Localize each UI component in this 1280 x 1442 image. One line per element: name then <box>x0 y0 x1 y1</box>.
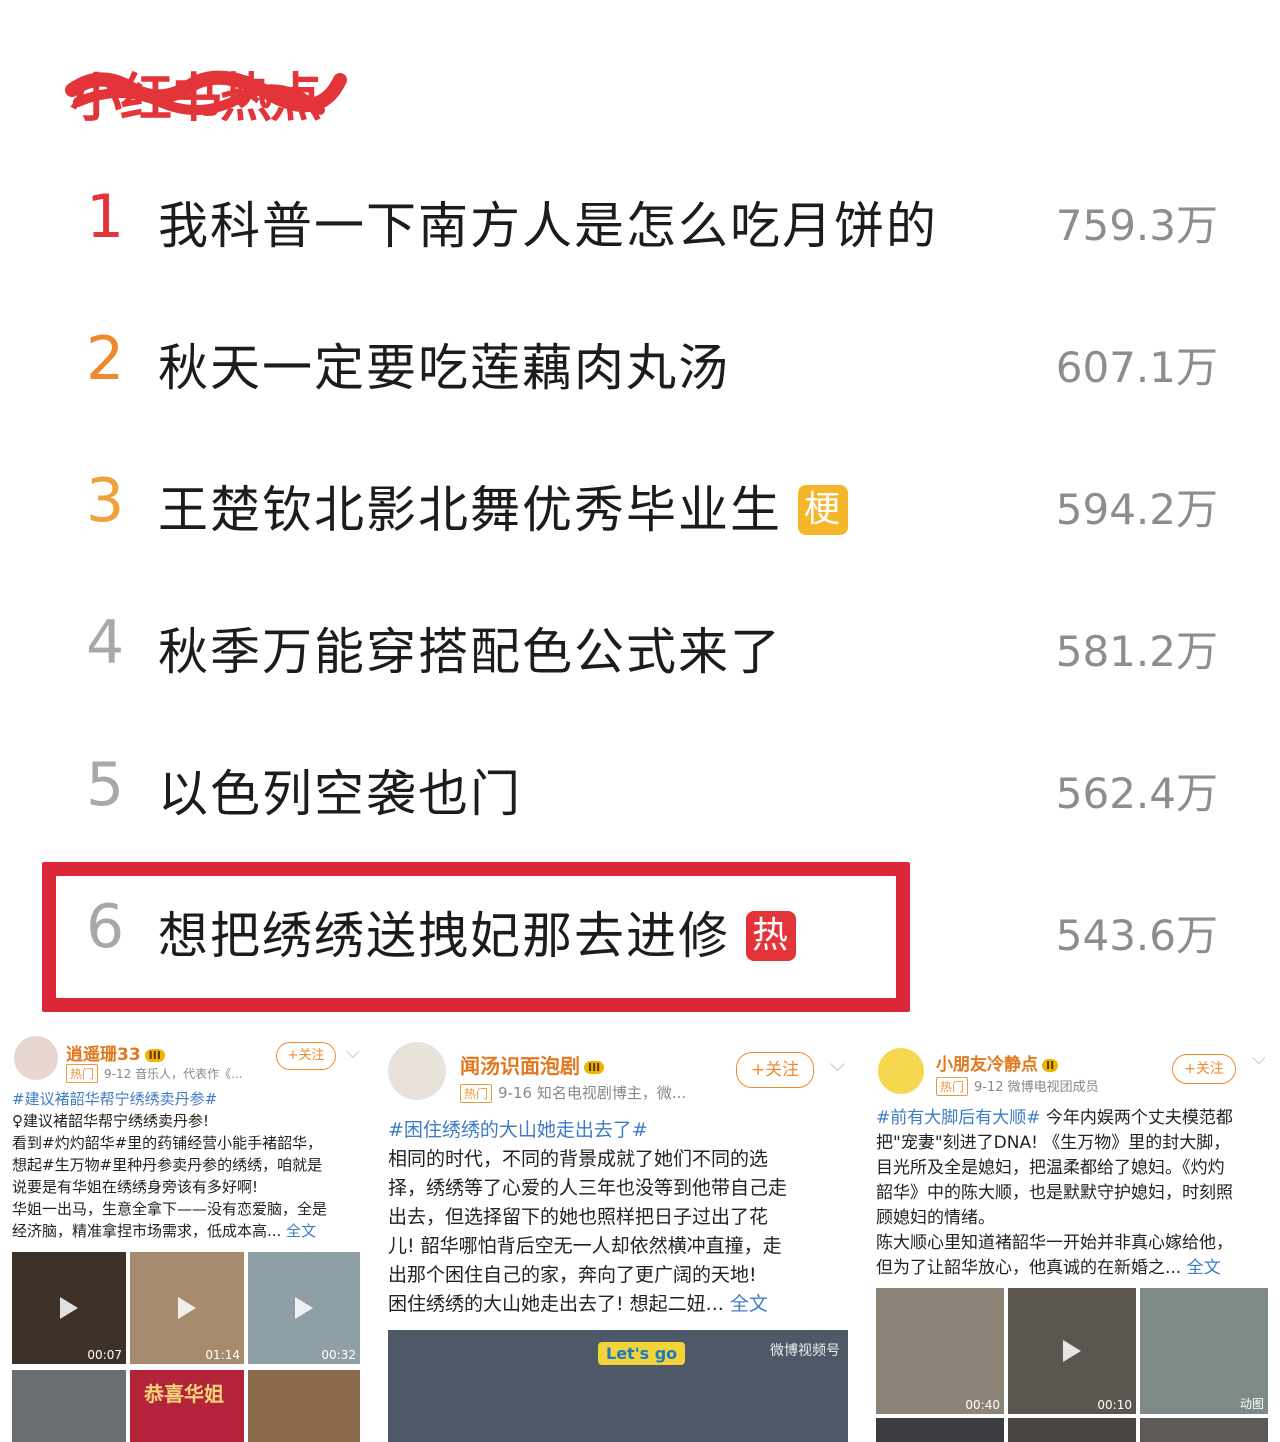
post-card[interactable]: 闻汤识面泡剧 III 热门 9-16 知名电视剧博主，微... +关注 ⌵ #困住绣… <box>382 1028 854 1442</box>
post-line: 但为了让韶华放心，他真诚的在新婚之... 全文 <box>876 1258 1221 1278</box>
play-icon <box>178 1297 196 1319</box>
hot-tag: 热门 <box>66 1064 99 1083</box>
hot-list-header: 小红书热点 <box>60 50 460 130</box>
watermark: 微博视频号 <box>770 1343 840 1359</box>
rank-title[interactable]: 王楚钦北影北舞优秀毕业生梗 <box>158 470 848 542</box>
hot-tag: 热门 <box>460 1084 493 1103</box>
post-line: 看到#灼灼韶华#里的药铺经营小能手褚韶华， <box>12 1134 323 1152</box>
video-thumbnail[interactable]: 00:10 <box>1008 1288 1136 1414</box>
username[interactable]: 小朋友冷静点 II <box>936 1050 1059 1075</box>
vip-badge: II <box>1042 1058 1059 1072</box>
image-thumbnail[interactable] <box>876 1418 1004 1442</box>
post-line: 说要是有华姐在绣绣身旁该有多好啊! <box>12 1178 259 1196</box>
post-meta: 热门 9-16 知名电视剧博主，微... <box>460 1082 686 1103</box>
username[interactable]: 闻汤识面泡剧 III <box>460 1050 605 1079</box>
image-thumbnail[interactable] <box>248 1370 360 1442</box>
video-thumbnail[interactable]: 00:32 <box>248 1252 360 1364</box>
rank-heat-value: 562.4万 <box>1055 769 1218 818</box>
post-line: 韶华》中的陈大顺，也是默默守护媳妇，时刻照 <box>876 1183 1233 1203</box>
rank-title[interactable]: 秋季万能穿搭配色公式来了 <box>158 612 782 684</box>
post-line: 择，绣绣等了心爱的人三年也没等到他带自己走 <box>388 1177 788 1199</box>
post-line: 出去，但选择留下的她也照样把日子过出了花 <box>388 1206 769 1228</box>
post-line: 华姐一出马，生意全拿下——没有恋爱脑，全是 <box>12 1200 328 1218</box>
image-thumbnail[interactable]: 恭喜华姐 <box>130 1370 244 1442</box>
rank-number: 2 <box>86 324 125 394</box>
video-thumbnail[interactable]: 00:07 <box>12 1252 126 1364</box>
read-more-link[interactable]: 全文 <box>1187 1258 1221 1278</box>
banner-text: 恭喜华姐 <box>144 1382 224 1406</box>
gif-thumbnail[interactable]: 动图 <box>1140 1288 1268 1414</box>
vip-badge: III <box>144 1048 165 1062</box>
rank-title[interactable]: 以色列空袭也门 <box>158 754 522 826</box>
rank-heat-value: 543.6万 <box>1055 911 1218 960</box>
rank-number: 3 <box>86 466 125 536</box>
image-thumbnail[interactable] <box>1008 1418 1136 1442</box>
post-meta: 热门 9-12 微博电视团成员 <box>936 1076 1099 1096</box>
follow-button[interactable]: +关注 <box>1172 1054 1236 1084</box>
video-thumbnail[interactable]: 00:40 <box>876 1288 1004 1414</box>
meme-badge: 梗 <box>798 484 848 535</box>
rank-heat-value: 607.1万 <box>1055 343 1218 392</box>
rank-heat-value: 581.2万 <box>1055 627 1218 676</box>
post-topic[interactable]: #困住绣绣的大山她走出去了# <box>388 1116 854 1145</box>
post-line: 经济脑，精准拿捏市场需求，低成本高... 全文 <box>12 1222 317 1240</box>
avatar[interactable] <box>388 1042 446 1100</box>
post-line: 目光所及全是媳妇，把温柔都给了媳妇。《灼灼 <box>876 1158 1225 1178</box>
post-line: 困住绣绣的大山她走出去了! 想起二妞... 全文 <box>388 1293 768 1315</box>
read-more-link[interactable]: 全文 <box>286 1222 316 1240</box>
scribble-overlay <box>65 70 347 115</box>
post-line: 相同的时代，不同的背景成就了她们不同的选 <box>388 1148 769 1170</box>
video-thumbnail[interactable]: 01:14 <box>130 1252 244 1364</box>
post-line: ♀建议褚韶华帮宁绣绣卖丹参! <box>12 1112 210 1130</box>
post-line: 把"宠妻"刻进了DNA! 《生万物》里的封大脚， <box>876 1133 1231 1153</box>
vip-badge: III <box>584 1061 605 1074</box>
post-meta: 热门 9-12 音乐人，代表作《... <box>66 1064 243 1083</box>
ranking-row[interactable]: 4 秋季万能穿搭配色公式来了 581.2万 <box>0 574 1280 716</box>
ranking-row[interactable]: 3 王楚钦北影北舞优秀毕业生梗 594.2万 <box>0 432 1280 574</box>
rank-title[interactable]: 秋天一定要吃莲藕肉丸汤 <box>158 328 730 400</box>
post-line: 儿! 韶华哪怕背后空无一人却依然横冲直撞，走 <box>388 1235 782 1257</box>
play-icon <box>60 1297 78 1319</box>
ranking-row[interactable]: 5 以色列空袭也门 562.4万 <box>0 716 1280 858</box>
image-thumbnail[interactable] <box>1140 1418 1268 1442</box>
follow-button[interactable]: +关注 <box>276 1042 336 1070</box>
hot-tag: 热门 <box>936 1077 969 1096</box>
rank-heat-value: 594.2万 <box>1055 485 1218 534</box>
rank-title[interactable]: 我科普一下南方人是怎么吃月饼的 <box>158 186 938 258</box>
highlight-box <box>42 862 910 1012</box>
avatar[interactable] <box>14 1036 58 1080</box>
chevron-down-icon[interactable]: ⌵ <box>1252 1048 1266 1069</box>
rank-number: 4 <box>86 608 125 678</box>
avatar[interactable] <box>878 1048 924 1094</box>
read-more-link[interactable]: 全文 <box>730 1293 768 1315</box>
post-topic[interactable]: #建议褚韶华帮宁绣绣卖丹参# <box>12 1088 362 1110</box>
chevron-down-icon[interactable]: ⌵ <box>346 1042 360 1063</box>
video-thumbnail[interactable]: Let's go 微博视频号 <box>388 1330 848 1442</box>
rank-number: 5 <box>86 750 125 820</box>
post-cards: 逍遥珊33 III 热门 9-12 音乐人，代表作《... +关注 ⌵ #建议褚韶华… <box>0 1028 1280 1442</box>
post-line: 出那个困住自己的家，奔向了更广阔的天地! <box>388 1264 757 1286</box>
play-icon <box>295 1297 313 1319</box>
ranking-row[interactable]: 2 秋天一定要吃莲藕肉丸汤 607.1万 <box>0 290 1280 432</box>
post-topic[interactable]: #前有大脚后有大顺# <box>876 1108 1041 1128</box>
rank-heat-value: 759.3万 <box>1055 201 1218 250</box>
rank-number: 1 <box>86 182 125 252</box>
sticker: Let's go <box>598 1342 686 1365</box>
post-line: 顾媳妇的情绪。 <box>876 1208 995 1228</box>
post-line: #前有大脚后有大顺# 今年内娱两个丈夫模范都 <box>876 1108 1233 1128</box>
play-icon <box>1063 1340 1081 1362</box>
post-line: 想起#生万物#里种丹参卖丹参的绣绣，咱就是 <box>12 1156 323 1174</box>
chevron-down-icon[interactable]: ⌵ <box>830 1052 845 1076</box>
post-line: 陈大顺心里知道褚韶华一开始并非真心嫁给他， <box>876 1233 1233 1253</box>
username[interactable]: 逍遥珊33 III <box>66 1040 165 1065</box>
post-card[interactable]: 逍遥珊33 III 热门 9-12 音乐人，代表作《... +关注 ⌵ #建议褚韶华… <box>8 1028 364 1442</box>
ranking-row[interactable]: 1 我科普一下南方人是怎么吃月饼的 759.3万 <box>0 148 1280 290</box>
post-card[interactable]: 小朋友冷静点 II 热门 9-12 微博电视团成员 +关注 ⌵ #前有大脚后有大顺#… <box>872 1028 1274 1442</box>
image-thumbnail[interactable] <box>12 1370 126 1442</box>
follow-button[interactable]: +关注 <box>736 1052 814 1088</box>
